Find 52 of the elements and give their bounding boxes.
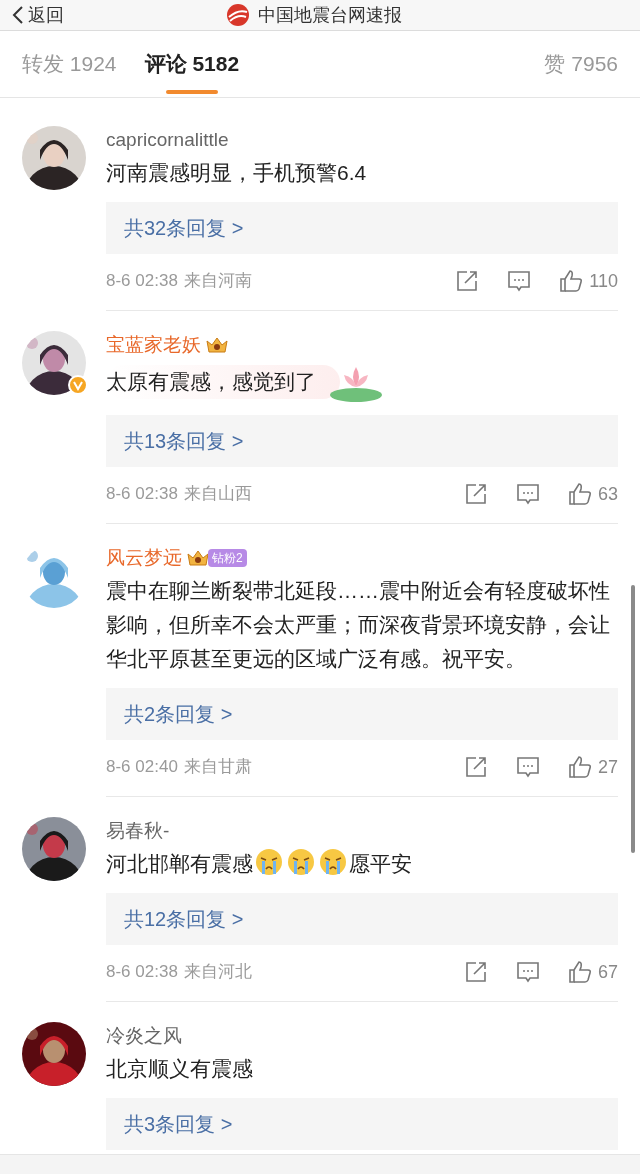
tab[interactable]: 评论 5182 [144,31,240,97]
thumbs-up-icon[interactable] [559,269,584,293]
tab[interactable]: 转发 1924 [22,31,117,97]
crying-emoji-icon [319,848,347,876]
replies-link[interactable]: 共13条回复 > [106,415,618,467]
comment-text: 太原有震感，感觉到了 [106,365,340,399]
comment-icon[interactable] [515,755,540,779]
user-name[interactable]: 冷炎之风 [106,1021,182,1051]
fan-level-tag: 钻粉2 [208,549,247,567]
replies-link[interactable]: 共32条回复 > [106,202,618,254]
user-name[interactable]: 易春秋- [106,816,170,846]
comment-text: 河南震感明显，手机预警6.4 [106,160,367,186]
page-title: 中国地震台网速报 [258,3,402,27]
logo-icon [226,3,250,27]
comment-source: 来自河南 [183,270,252,293]
share-icon[interactable] [463,960,488,984]
like-count: 27 [597,755,618,779]
verified-icon [68,375,88,395]
user-name[interactable]: 风云梦远 [106,543,182,573]
user-name[interactable]: 宝蓝家老妖 [106,330,201,360]
comment-text: 北京顺义有震感 [106,1056,253,1082]
crying-emoji-icon [287,848,315,876]
comment-text: 河北邯郸有震感 愿平安 [106,847,412,881]
comment-source: 来自甘肃 [183,756,252,779]
share-icon[interactable] [463,482,488,506]
replies-link[interactable]: 共2条回复 > [106,688,618,740]
crown-icon [205,335,229,355]
comment-source: 来自山西 [183,483,252,506]
comment-text: 震中在聊兰断裂带北延段……震中附近会有轻度破坏性影响，但所幸不会太严重；而深夜背景环境安静，会让华北平原甚至更远的区域广泛有感。祝平安。 [106,578,611,672]
comment-time: 8-6 02:38 [106,961,178,984]
comment-icon[interactable] [507,269,532,293]
thumbs-up-icon[interactable] [567,755,592,779]
crying-emoji-icon [255,848,283,876]
replies-link[interactable]: 共3条回复 > [106,1098,618,1150]
comment-icon[interactable] [515,960,540,984]
comment-time: 8-6 02:40 [106,756,178,779]
thumbs-up-icon[interactable] [567,482,592,506]
comment-source: 来自河北 [183,961,252,984]
tab[interactable]: 赞 7956 [544,31,618,97]
like-count: 63 [597,482,618,506]
user-name[interactable]: capricornalittle [106,125,229,155]
share-icon[interactable] [455,269,480,293]
back-button[interactable]: 返回 [12,1,64,29]
replies-link[interactable]: 共12条回复 > [106,893,618,945]
comment-time: 8-6 02:38 [106,270,178,293]
share-icon[interactable] [463,755,488,779]
like-count: 67 [597,960,618,984]
like-count: 110 [589,269,618,293]
comment-icon[interactable] [515,482,540,506]
crown-icon [186,548,210,568]
comment-time: 8-6 02:38 [106,483,178,506]
thumbs-up-icon[interactable] [567,960,592,984]
